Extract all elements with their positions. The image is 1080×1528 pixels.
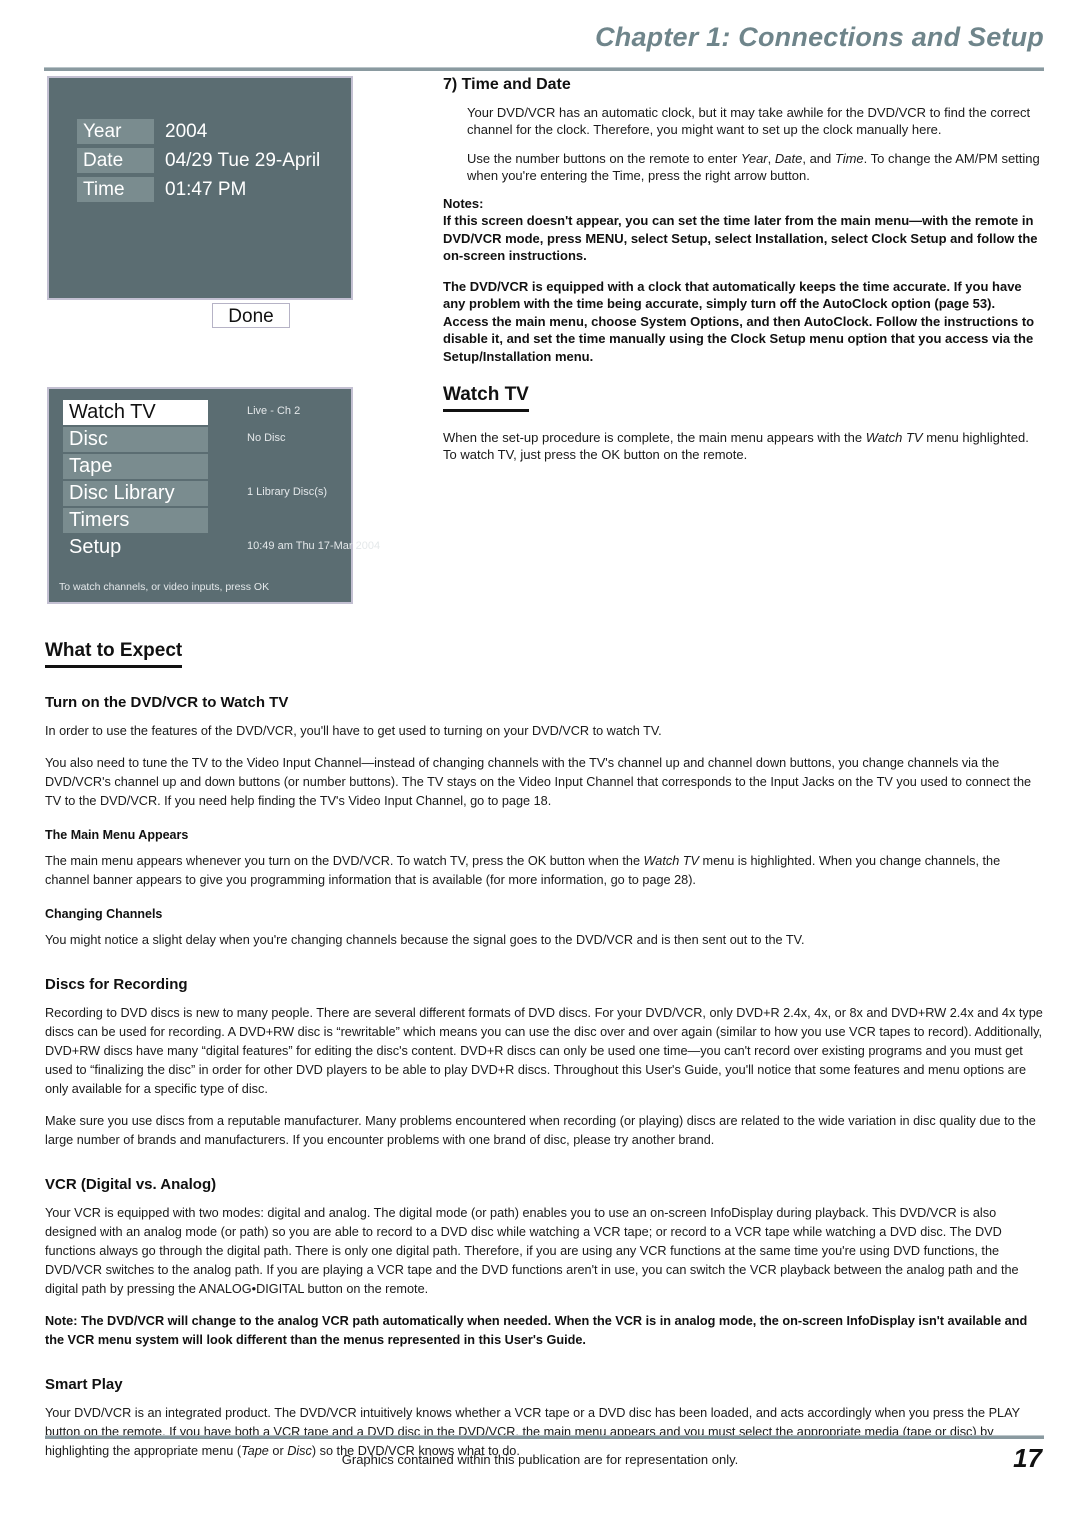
p2-part-c: , and [802,151,835,166]
clock-setup-screenshot: Year 2004 Date 04/29 Tue 29-April Time 0… [47,76,353,328]
main-menu-list: Watch TV Disc Tape Disc Library Timers S… [63,400,208,562]
status-disc-state: No Disc [247,432,286,444]
mm-em: Watch TV [643,854,699,868]
turn-on-paragraph-1: In order to use the features of the DVD/… [45,724,662,738]
changing-channels-paragraph: You might notice a slight delay when you… [45,933,805,947]
footer-note: Graphics contained within this publicati… [341,1452,739,1467]
page-header: Chapter 1: Connections and Setup [44,22,1044,74]
p2-part-a: Use the number buttons on the remote to … [467,151,741,166]
vcr-note-paragraph: Note: The DVD/VCR will change to the ana… [45,1314,1028,1347]
time-value: 01:47 PM [165,179,247,200]
menu-item-disc: Disc [63,427,208,452]
time-and-date-section: 7) Time and Date Your DVD/VCR has an aut… [443,76,1043,378]
time-and-date-heading: 7) Time and Date [443,76,571,93]
time-and-date-paragraph-2: Use the number buttons on the remote to … [467,150,1043,184]
discs-paragraph-2: Make sure you use discs from a reputable… [45,1114,1036,1147]
what-to-expect-heading: What to Expect [45,640,183,668]
watch-tv-heading: Watch TV [443,384,529,412]
smart-play-heading: Smart Play [45,1376,123,1393]
footer-divider [45,1435,1044,1439]
lower-content: What to Expect Turn on the DVD/VCR to Wa… [45,640,1044,1474]
changing-channels-heading: Changing Channels [45,907,163,921]
menu-item-watch-tv: Watch TV [63,400,208,425]
year-label: Year [77,119,154,144]
discs-paragraph-1: Recording to DVD discs is new to many pe… [45,1006,1043,1096]
mm-part-a: The main menu appears whenever you turn … [45,854,644,868]
header-divider [44,67,1044,71]
date-value: 04/29 Tue 29-April [165,150,321,171]
vcr-digital-analog-heading: VCR (Digital vs. Analog) [45,1176,217,1193]
done-button: Done [212,303,290,328]
menu-item-disc-library: Disc Library [63,481,208,506]
chapter-title: Chapter 1: Connections and Setup [595,22,1044,52]
p2-em-year: Year [740,151,768,166]
notes-block: Notes: If this screen doesn't appear, yo… [443,196,1043,365]
p2-em-date: Date [774,151,803,166]
menu-item-setup: Setup [69,536,122,558]
menu-item-timers: Timers [63,508,208,533]
clock-row-date: Date 04/29 Tue 29-April [77,147,320,174]
watch-tv-em: Watch TV [865,430,923,445]
p2-part-b: , [767,151,775,166]
sp-part-a: Your DVD/VCR is an integrated product. T… [45,1406,1020,1458]
page-number: 17 [1013,1443,1042,1473]
p2-em-time: Time [834,151,864,166]
watch-tv-paragraph: When the set-up procedure is complete, t… [443,429,1043,463]
note-paragraph-2: The DVD/VCR is equipped with a clock tha… [443,278,1035,364]
status-live-channel: Live - Ch 2 [247,405,301,417]
note-paragraph-1: If this screen doesn't appear, you can s… [443,213,1038,263]
turn-on-paragraph-2: You also need to tune the TV to the Vide… [45,756,1032,808]
discs-for-recording-heading: Discs for Recording [45,976,188,993]
document-page: Chapter 1: Connections and Setup Year 20… [0,0,1080,1528]
time-and-date-paragraph-1: Your DVD/VCR has an automatic clock, but… [467,105,1031,137]
menu-item-tape: Tape [63,454,208,479]
year-value: 2004 [165,121,208,142]
menu-hint-bar: To watch channels, or video inputs, pres… [59,581,270,593]
notes-label: Notes: [443,196,484,211]
vcr-paragraph-1: Your VCR is equipped with two modes: dig… [45,1206,1019,1296]
clock-row-year: Year 2004 [77,118,320,145]
clock-row-time: Time 01:47 PM [77,176,320,203]
main-menu-screenshot: Watch TV Disc Tape Disc Library Timers S… [47,387,380,604]
status-library-count: 1 Library Disc(s) [247,486,328,498]
status-clock: 10:49 am Thu 17-Mar 2004 [247,540,381,552]
date-label: Date [77,148,154,173]
main-menu-appears-heading: The Main Menu Appears [45,828,189,842]
clock-field-list: Year 2004 Date 04/29 Tue 29-April Time 0… [77,118,320,205]
time-label: Time [77,177,154,202]
watch-tv-section: Watch TV When the set-up procedure is co… [443,384,1043,475]
main-menu-appears-paragraph: The main menu appears whenever you turn … [45,852,1044,890]
turn-on-heading: Turn on the DVD/VCR to Watch TV [45,694,289,711]
watch-tv-part-a: When the set-up procedure is complete, t… [443,430,866,445]
